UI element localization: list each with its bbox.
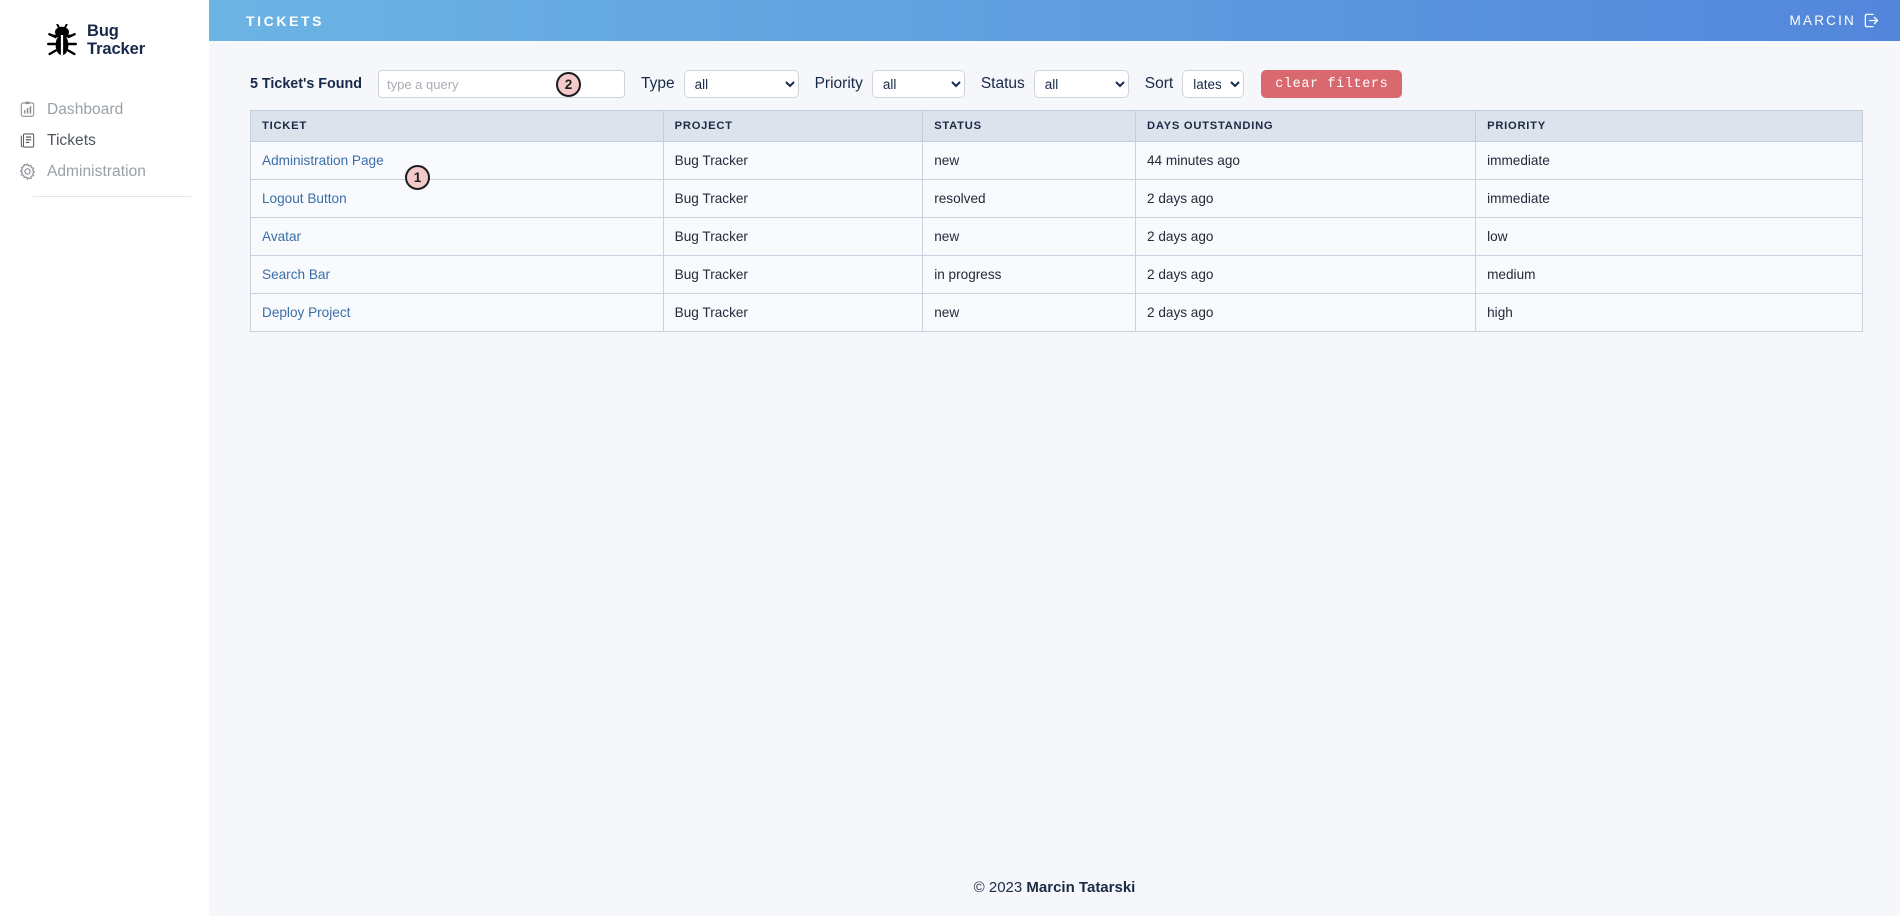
sidebar-item-label-tickets: Tickets <box>47 131 96 149</box>
cell-priority: medium <box>1475 255 1863 294</box>
cell-ticket: Avatar <box>250 217 664 256</box>
sidebar-item-label-administration: Administration <box>47 162 146 180</box>
cell-days-outstanding: 44 minutes ago <box>1134 141 1477 180</box>
cell-status: in progress <box>922 255 1136 294</box>
cell-ticket: Search Bar <box>250 255 664 294</box>
column-header-priority[interactable]: PRIORITY <box>1475 110 1863 142</box>
cell-status: new <box>922 293 1136 332</box>
cell-status: resolved <box>922 179 1136 218</box>
table-row: Logout Button Bug Tracker resolved 2 days a… <box>250 179 1863 218</box>
cell-ticket: Administration Page <box>250 141 664 180</box>
tickets-table: TICKET PROJECT STATUS DAYS OUTSTANDING P… <box>250 110 1863 332</box>
bug-icon <box>47 24 77 56</box>
column-header-status[interactable]: STATUS <box>922 110 1136 142</box>
ticket-link-search-bar[interactable]: Search Bar <box>262 267 330 282</box>
brand-title-line1: Bug <box>87 22 119 41</box>
topbar: TICKETS MARCIN <box>209 0 1900 41</box>
main-content: TICKETS MARCIN 5 Ticket's Found Type all… <box>209 0 1900 916</box>
cell-priority: low <box>1475 217 1863 256</box>
cell-project: Bug Tracker <box>662 293 924 332</box>
table-body: Administration Page Bug Tracker new 44 minu… <box>250 141 1863 332</box>
sidebar: Bug Tracker Dashboard Tickets Administra… <box>0 0 209 916</box>
status-filter-label: Status <box>980 75 1025 92</box>
tickets-found-label: 5 Ticket's Found <box>250 76 362 92</box>
cell-status: new <box>922 217 1136 256</box>
cell-status: new <box>922 141 1136 180</box>
cell-priority: immediate <box>1475 179 1863 218</box>
table-row: Avatar Bug Tracker new 2 days ago low <box>250 217 1863 256</box>
cell-priority: high <box>1475 293 1863 332</box>
filter-bar: 5 Ticket's Found Type all Priority all S… <box>209 41 1900 105</box>
footer-author: Marcin Tatarski <box>1026 879 1136 896</box>
app-root: Bug Tracker Dashboard Tickets Administra… <box>0 0 1900 916</box>
cell-project: Bug Tracker <box>662 255 924 294</box>
page-title: TICKETS <box>246 12 325 29</box>
sort-filter-label: Sort <box>1144 75 1174 92</box>
cell-days-outstanding: 2 days ago <box>1134 179 1477 218</box>
gear-icon <box>19 163 36 180</box>
cell-days-outstanding: 2 days ago <box>1134 255 1477 294</box>
sort-filter-select[interactable]: latest <box>1182 70 1245 98</box>
brand-title-line2: Tracker <box>87 40 146 58</box>
table-row: Administration Page Bug Tracker new 44 minu… <box>250 141 1863 180</box>
table-header-row: TICKET PROJECT STATUS DAYS OUTSTANDING P… <box>250 110 1863 142</box>
ticket-link-avatar[interactable]: Avatar <box>262 229 301 244</box>
cell-project: Bug Tracker <box>662 217 924 256</box>
cell-project: Bug Tracker <box>662 179 924 218</box>
column-header-days-outstanding[interactable]: DAYS OUTSTANDING <box>1134 110 1477 142</box>
sidebar-item-tickets[interactable]: Tickets <box>14 125 209 156</box>
column-header-ticket[interactable]: TICKET <box>250 110 664 142</box>
sidebar-item-dashboard[interactable]: Dashboard <box>14 94 209 125</box>
sidebar-item-administration[interactable]: Administration <box>14 156 209 187</box>
cell-days-outstanding: 2 days ago <box>1134 293 1477 332</box>
table-row: Deploy Project Bug Tracker new 2 days ago hi… <box>250 293 1863 332</box>
journal-icon <box>20 133 35 148</box>
cell-project: Bug Tracker <box>662 141 924 180</box>
tickets-table-container: TICKET PROJECT STATUS DAYS OUTSTANDING P… <box>209 105 1900 332</box>
type-filter-label: Type <box>640 75 675 92</box>
user-menu[interactable]: MARCIN <box>1790 12 1880 29</box>
search-input[interactable] <box>377 70 625 98</box>
user-name: MARCIN <box>1789 13 1856 28</box>
clear-filters-button[interactable]: clear filters <box>1261 70 1403 98</box>
column-header-project[interactable]: PROJECT <box>662 110 924 142</box>
footer-copyright: © 2023 <box>973 879 1027 896</box>
table-row: Search Bar Bug Tracker in progress 2 days a… <box>250 255 1863 294</box>
cell-ticket: Deploy Project <box>250 293 664 332</box>
ticket-link-administration-page[interactable]: Administration Page <box>262 153 384 168</box>
ticket-link-logout-button[interactable]: Logout Button <box>262 191 347 206</box>
table-head: TICKET PROJECT STATUS DAYS OUTSTANDING P… <box>250 110 1863 142</box>
ticket-link-deploy-project[interactable]: Deploy Project <box>262 305 350 320</box>
cell-priority: immediate <box>1475 141 1863 180</box>
chart-clipboard-icon <box>20 101 35 117</box>
priority-filter-label: Priority <box>814 75 863 92</box>
sidebar-nav: Dashboard Tickets Administration <box>0 94 209 197</box>
priority-filter-select[interactable]: all <box>871 70 965 98</box>
cell-ticket: Logout Button <box>250 179 664 218</box>
brand-logo[interactable]: Bug Tracker <box>0 10 209 66</box>
cell-days-outstanding: 2 days ago <box>1134 217 1477 256</box>
status-filter-select[interactable]: all <box>1033 70 1129 98</box>
logout-icon <box>1864 13 1879 28</box>
type-filter-select[interactable]: all <box>683 70 799 98</box>
brand-title: Bug Tracker <box>87 22 146 59</box>
footer: © 2023 Marcin Tatarski <box>209 879 1900 896</box>
sidebar-item-label-dashboard: Dashboard <box>47 100 124 118</box>
sidebar-divider <box>33 196 191 197</box>
